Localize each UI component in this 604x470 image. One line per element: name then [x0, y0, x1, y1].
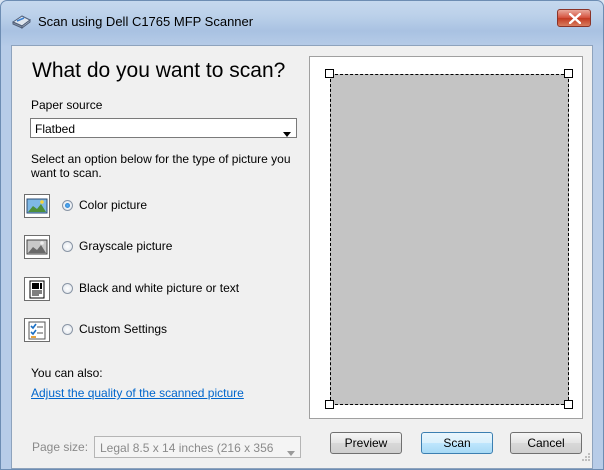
chevron-down-icon	[287, 445, 295, 459]
close-icon	[569, 13, 581, 24]
window-title: Scan using Dell C1765 MFP Scanner	[38, 14, 254, 29]
preview-pane	[309, 56, 583, 419]
page-title: What do you want to scan?	[32, 59, 286, 82]
resize-grip-icon[interactable]	[581, 449, 591, 467]
black-white-radio[interactable]	[62, 283, 73, 294]
grayscale-picture-label[interactable]: Grayscale picture	[79, 239, 172, 253]
page-size-select: Legal 8.5 x 14 inches (216 x 356	[94, 436, 301, 458]
scan-area[interactable]	[330, 74, 569, 405]
color-picture-radio[interactable]	[62, 200, 73, 211]
custom-settings-label[interactable]: Custom Settings	[79, 322, 167, 336]
cancel-button[interactable]: Cancel	[510, 432, 582, 454]
custom-settings-radio[interactable]	[62, 324, 73, 335]
cancel-button-label: Cancel	[527, 436, 565, 450]
crop-handle-top-left[interactable]	[325, 69, 334, 78]
title-bar[interactable]: Scan using Dell C1765 MFP Scanner	[1, 1, 603, 45]
grayscale-picture-radio[interactable]	[62, 241, 73, 252]
grayscale-picture-icon	[24, 235, 50, 259]
paper-source-label: Paper source	[31, 98, 103, 112]
scan-dialog: Scan using Dell C1765 MFP Scanner What d…	[0, 0, 604, 470]
you-can-also-label: You can also:	[31, 366, 103, 380]
option-grayscale-picture[interactable]: Grayscale picture	[24, 235, 304, 261]
scanner-icon	[11, 13, 32, 29]
adjust-quality-link[interactable]: Adjust the quality of the scanned pictur…	[31, 386, 244, 400]
black-white-label[interactable]: Black and white picture or text	[79, 281, 239, 295]
chevron-down-icon	[283, 126, 291, 140]
scan-button-label: Scan	[443, 436, 471, 450]
option-black-white[interactable]: Black and white picture or text	[24, 277, 304, 303]
scan-button[interactable]: Scan	[421, 432, 493, 454]
page-size-value: Legal 8.5 x 14 inches (216 x 356	[100, 441, 274, 455]
crop-handle-top-right[interactable]	[564, 69, 573, 78]
paper-source-value: Flatbed	[35, 122, 76, 136]
instructions-text-continued: want to scan.	[31, 166, 102, 180]
preview-button[interactable]: Preview	[330, 432, 402, 454]
custom-settings-icon	[24, 318, 50, 342]
close-button[interactable]	[557, 9, 591, 27]
crop-handle-bottom-right[interactable]	[564, 400, 573, 409]
option-color-picture[interactable]: Color picture	[24, 194, 304, 220]
black-white-picture-icon	[24, 277, 50, 301]
crop-handle-bottom-left[interactable]	[325, 400, 334, 409]
color-picture-icon	[24, 194, 50, 218]
page-size-label: Page size:	[32, 440, 89, 454]
preview-button-label: Preview	[344, 436, 388, 450]
dialog-content: What do you want to scan? Paper source F…	[11, 45, 593, 469]
instructions-text: Select an option below for the type of p…	[31, 152, 291, 166]
paper-source-select[interactable]: Flatbed	[30, 118, 297, 138]
option-custom-settings[interactable]: Custom Settings	[24, 318, 304, 344]
color-picture-label[interactable]: Color picture	[79, 198, 147, 212]
